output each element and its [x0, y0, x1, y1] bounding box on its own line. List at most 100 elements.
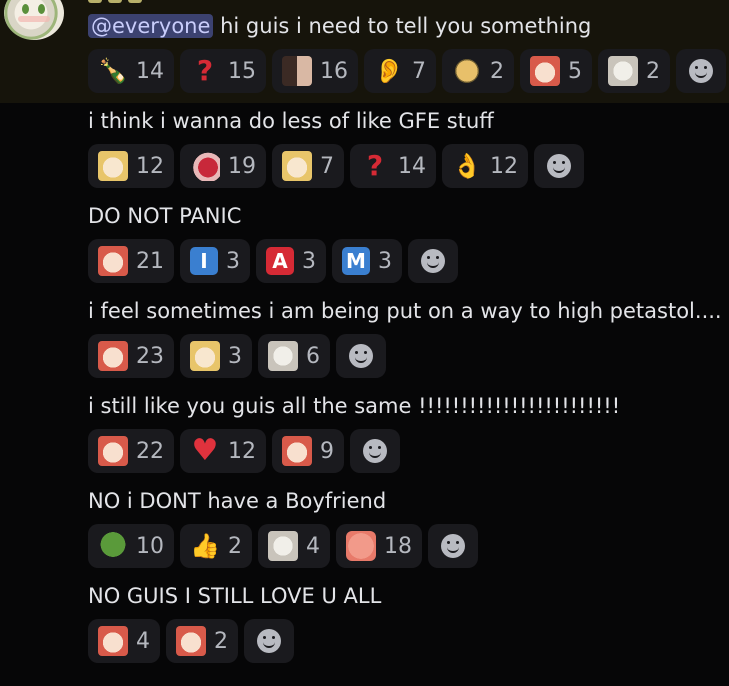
- add-reaction-button[interactable]: [336, 334, 386, 378]
- reaction-count: 3: [378, 248, 392, 274]
- reaction-chip[interactable]: 12: [88, 144, 174, 188]
- regional-indicator-i-icon: I: [190, 247, 218, 275]
- reaction-chip[interactable]: 5: [520, 49, 592, 93]
- message-text: DO NOT PANIC: [88, 204, 242, 228]
- smiley-add-reaction-icon: [441, 534, 465, 558]
- anime-laughing-emoji-icon: [176, 626, 206, 656]
- smiley-add-reaction-icon: [257, 629, 281, 653]
- reaction-chip[interactable]: 10: [88, 524, 174, 568]
- reaction-count: 12: [228, 438, 256, 464]
- reaction-count: 2: [646, 58, 660, 84]
- reaction-bar: 12 19 7 ? 14 👌 12: [88, 144, 584, 188]
- reaction-count: 3: [226, 248, 240, 274]
- ear-icon: 👂: [374, 57, 404, 85]
- reaction-chip[interactable]: 18: [336, 524, 422, 568]
- anime-girl-emoji-icon: [530, 56, 560, 86]
- reaction-chip[interactable]: 🍾 14: [88, 49, 174, 93]
- reaction-count: 4: [136, 628, 150, 654]
- ok-hand-icon: 👌: [452, 152, 482, 180]
- reaction-chip[interactable]: 3: [180, 334, 252, 378]
- thumbs-up-icon: 👍: [190, 532, 220, 560]
- reaction-count: 12: [136, 153, 164, 179]
- cropped-header-decoration: [88, 0, 142, 4]
- reaction-count: 2: [490, 58, 504, 84]
- message-body: hi guis i need to tell you something: [220, 14, 592, 38]
- reaction-chip[interactable]: 9: [272, 429, 344, 473]
- reaction-chip[interactable]: 👌 12: [442, 144, 528, 188]
- reaction-count: 2: [214, 628, 228, 654]
- reaction-count: 21: [136, 248, 164, 274]
- dark-anime-face-emoji-icon: [282, 56, 312, 86]
- reaction-count: 22: [136, 438, 164, 464]
- reaction-count: 23: [136, 343, 164, 369]
- reaction-chip[interactable]: 👂 7: [364, 49, 436, 93]
- reaction-count: 3: [302, 248, 316, 274]
- reaction-chip[interactable]: ♥ 12: [180, 429, 266, 473]
- message-text: i think i wanna do less of like GFE stuf…: [88, 109, 494, 133]
- reaction-count: 3: [228, 343, 242, 369]
- reaction-count: 16: [320, 58, 348, 84]
- reaction-count: 2: [228, 533, 242, 559]
- add-reaction-button[interactable]: [408, 239, 458, 283]
- add-reaction-button[interactable]: [350, 429, 400, 473]
- add-reaction-button[interactable]: [676, 49, 726, 93]
- anime-glasses-emoji-icon: [608, 56, 638, 86]
- message-text: NO i DONT have a Boyfriend: [88, 489, 387, 513]
- regional-indicator-a-icon: A: [266, 247, 294, 275]
- reaction-chip[interactable]: 19: [180, 144, 266, 188]
- reaction-chip[interactable]: 2: [442, 49, 514, 93]
- reaction-count: 18: [384, 533, 412, 559]
- anime-wink-emoji-icon: [268, 341, 298, 371]
- reaction-chip[interactable]: 👍 2: [180, 524, 252, 568]
- anime-blush-emoji-icon: [98, 341, 128, 371]
- reaction-chip[interactable]: ? 15: [180, 49, 266, 93]
- message-text: @everyone hi guis i need to tell you som…: [88, 12, 591, 40]
- reaction-count: 4: [306, 533, 320, 559]
- reaction-chip[interactable]: 4: [88, 619, 160, 663]
- anime-heart-emoji-icon: [98, 436, 128, 466]
- reaction-chip[interactable]: 23: [88, 334, 174, 378]
- reaction-chip[interactable]: M3: [332, 239, 402, 283]
- reaction-chip[interactable]: 22: [88, 429, 174, 473]
- reaction-chip[interactable]: 4: [258, 524, 330, 568]
- reaction-count: 7: [320, 153, 334, 179]
- smiley-add-reaction-icon: [689, 59, 713, 83]
- add-reaction-button[interactable]: [428, 524, 478, 568]
- reaction-chip[interactable]: 2: [598, 49, 670, 93]
- reaction-chip[interactable]: 16: [272, 49, 358, 93]
- anime-shocked-emoji-icon: [98, 151, 128, 181]
- reaction-chip[interactable]: 21: [88, 239, 174, 283]
- red-heart-icon: ♥: [191, 433, 219, 468]
- smiley-add-reaction-icon: [547, 154, 571, 178]
- smiley-add-reaction-icon: [421, 249, 445, 273]
- reaction-bar: 🍾 14 ? 15 16 👂 7 2 5 2: [88, 49, 726, 93]
- mention-everyone[interactable]: @everyone: [88, 14, 214, 38]
- pink-blob-emoji-icon: [346, 531, 376, 561]
- anime-blush-emoji-icon: [282, 436, 312, 466]
- smiley-add-reaction-icon: [363, 439, 387, 463]
- reaction-count: 14: [136, 58, 164, 84]
- reaction-count: 9: [320, 438, 334, 464]
- add-reaction-button[interactable]: [244, 619, 294, 663]
- pale-anime-emoji-icon: [268, 531, 298, 561]
- anime-heart-emoji-icon: [98, 246, 128, 276]
- reaction-chip[interactable]: I3: [180, 239, 250, 283]
- reaction-chip[interactable]: 6: [258, 334, 330, 378]
- reaction-chip[interactable]: 7: [272, 144, 344, 188]
- red-question-mark-icon: ?: [366, 149, 384, 182]
- regional-indicator-m-icon: M: [342, 247, 370, 275]
- message-text: i still like you guis all the same !!!!!…: [88, 394, 621, 418]
- anime-heart-emoji-icon: [98, 626, 128, 656]
- reaction-count: 12: [490, 153, 518, 179]
- add-reaction-button[interactable]: [534, 144, 584, 188]
- reaction-bar: 21 I3 A3 M3: [88, 239, 458, 283]
- reaction-chip[interactable]: A3: [256, 239, 326, 283]
- smiley-add-reaction-icon: [349, 344, 373, 368]
- reaction-count: 14: [398, 153, 426, 179]
- reaction-chip[interactable]: ? 14: [350, 144, 436, 188]
- anime-sleepy-emoji-icon: [190, 341, 220, 371]
- hand-holding-emoji-icon: [190, 151, 220, 181]
- message-text: i feel sometimes i am being put on a way…: [88, 299, 722, 323]
- reaction-chip[interactable]: 2: [166, 619, 238, 663]
- reaction-count: 5: [568, 58, 582, 84]
